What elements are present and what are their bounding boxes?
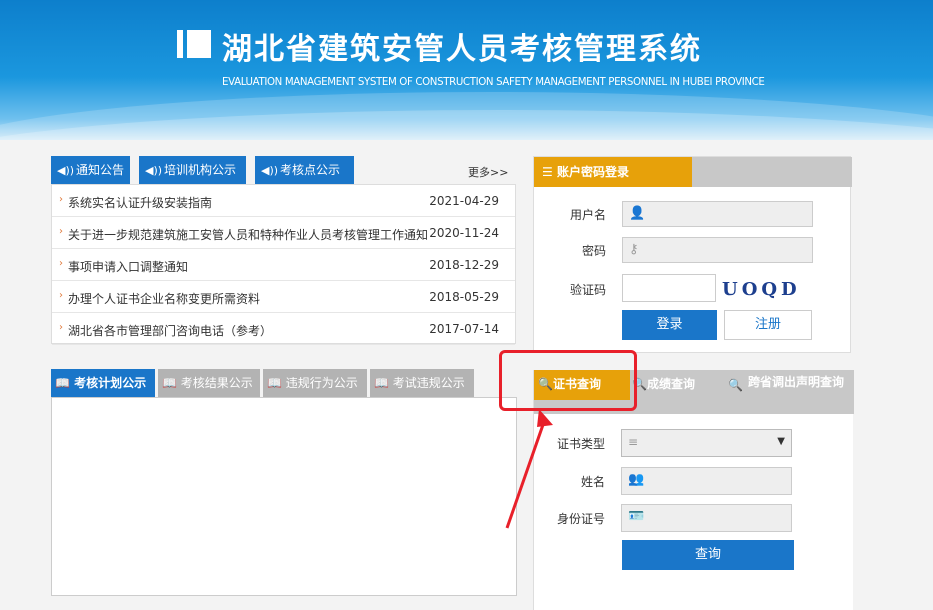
username-input[interactable]: 👤 [622, 201, 813, 227]
more-link[interactable]: 更多>> [468, 164, 508, 180]
tab-account-login[interactable]: ☰ 账户密码登录 [534, 157, 692, 187]
captcha-input[interactable] [622, 274, 716, 302]
search-icon: 🔍 [728, 378, 743, 392]
book-icon: 📖 [55, 376, 75, 390]
tab-violations[interactable]: 📖 违规行为公示 [263, 369, 367, 397]
login-header: ☰ 账户密码登录 [534, 157, 852, 187]
id-card-icon: 🪪 [628, 509, 645, 524]
captcha-image[interactable]: UOQD [722, 279, 798, 303]
list-item[interactable]: › 湖北省各市管理部门咨询电话（参考） 2017-07-14 [52, 313, 515, 345]
list-item[interactable]: › 事项申请入口调整通知 2018-12-29 [52, 249, 515, 281]
username-label: 用户名 [569, 208, 606, 222]
id-number-input[interactable]: 🪪 [621, 504, 792, 532]
tab-exam-results[interactable]: 📖 考核结果公示 [158, 369, 260, 397]
query-button[interactable]: 查询 [622, 540, 794, 570]
book-icon: 📖 [267, 376, 286, 390]
chevron-right-icon: › [59, 290, 63, 301]
book-icon: 📖 [374, 376, 393, 390]
cert-type-select[interactable]: ≡ ▼ [621, 429, 792, 457]
header-banner: 湖北省建筑安管人员考核管理系统 EVALUATION MANAGEMENT SY… [0, 0, 933, 140]
list-item[interactable]: › 系统实名认证升级安装指南 2021-04-29 [52, 185, 515, 217]
dropdown-arrow-icon: ▼ [777, 436, 785, 447]
key-icon: ⚷ [629, 242, 639, 257]
speaker-icon: ◀)) [261, 164, 279, 177]
speaker-icon: ◀)) [145, 164, 163, 177]
password-label: 密码 [581, 244, 606, 258]
tab-training-institutions[interactable]: ◀)) 培训机构公示 [139, 156, 246, 184]
logo-icon [177, 30, 211, 58]
name-input[interactable]: 👥 [621, 467, 792, 495]
login-button[interactable]: 登录 [622, 310, 717, 340]
book-icon: 📖 [162, 376, 181, 390]
list-item[interactable]: › 关于进一步规范建筑施工安管人员和特种作业人员考核管理工作通知 2020-11… [52, 217, 515, 249]
user-icon: 👤 [629, 206, 646, 221]
page-subtitle: EVALUATION MANAGEMENT SYSTEM OF CONSTRUC… [222, 75, 765, 88]
captcha-label: 验证码 [569, 283, 606, 297]
tab-cross-province-query[interactable]: 🔍 跨省调出声明查询 [728, 370, 848, 400]
chevron-right-icon: › [59, 194, 63, 205]
chevron-right-icon: › [59, 226, 63, 237]
exam-content-panel [51, 397, 517, 596]
register-button[interactable]: 注册 [724, 310, 812, 340]
highlight-box [499, 350, 637, 411]
list-item[interactable]: › 办理个人证书企业名称变更所需资料 2018-05-29 [52, 281, 515, 313]
chevron-right-icon: › [59, 258, 63, 269]
tab-score-query[interactable]: 🔍成绩查询 [632, 370, 722, 400]
tab-exam-violations[interactable]: 📖 考试违规公示 [370, 369, 474, 397]
tab-exam-plan[interactable]: 📖 考核计划公示 [51, 369, 155, 397]
users-icon: 👥 [628, 472, 645, 487]
annotation-arrow-icon [505, 409, 553, 529]
notice-list: › 系统实名认证升级安装指南 2021-04-29 › 关于进一步规范建筑施工安… [51, 184, 516, 345]
chevron-right-icon: › [59, 322, 63, 333]
password-input[interactable]: ⚷ [622, 237, 813, 263]
tab-notice[interactable]: ◀)) 通知公告 [51, 156, 130, 184]
page-title: 湖北省建筑安管人员考核管理系统 [222, 32, 702, 67]
tab-exam-sites[interactable]: ◀)) 考核点公示 [255, 156, 354, 184]
list-icon: ≡ [628, 435, 639, 449]
speaker-icon: ◀)) [57, 164, 75, 177]
menu-icon: ☰ [542, 165, 557, 179]
